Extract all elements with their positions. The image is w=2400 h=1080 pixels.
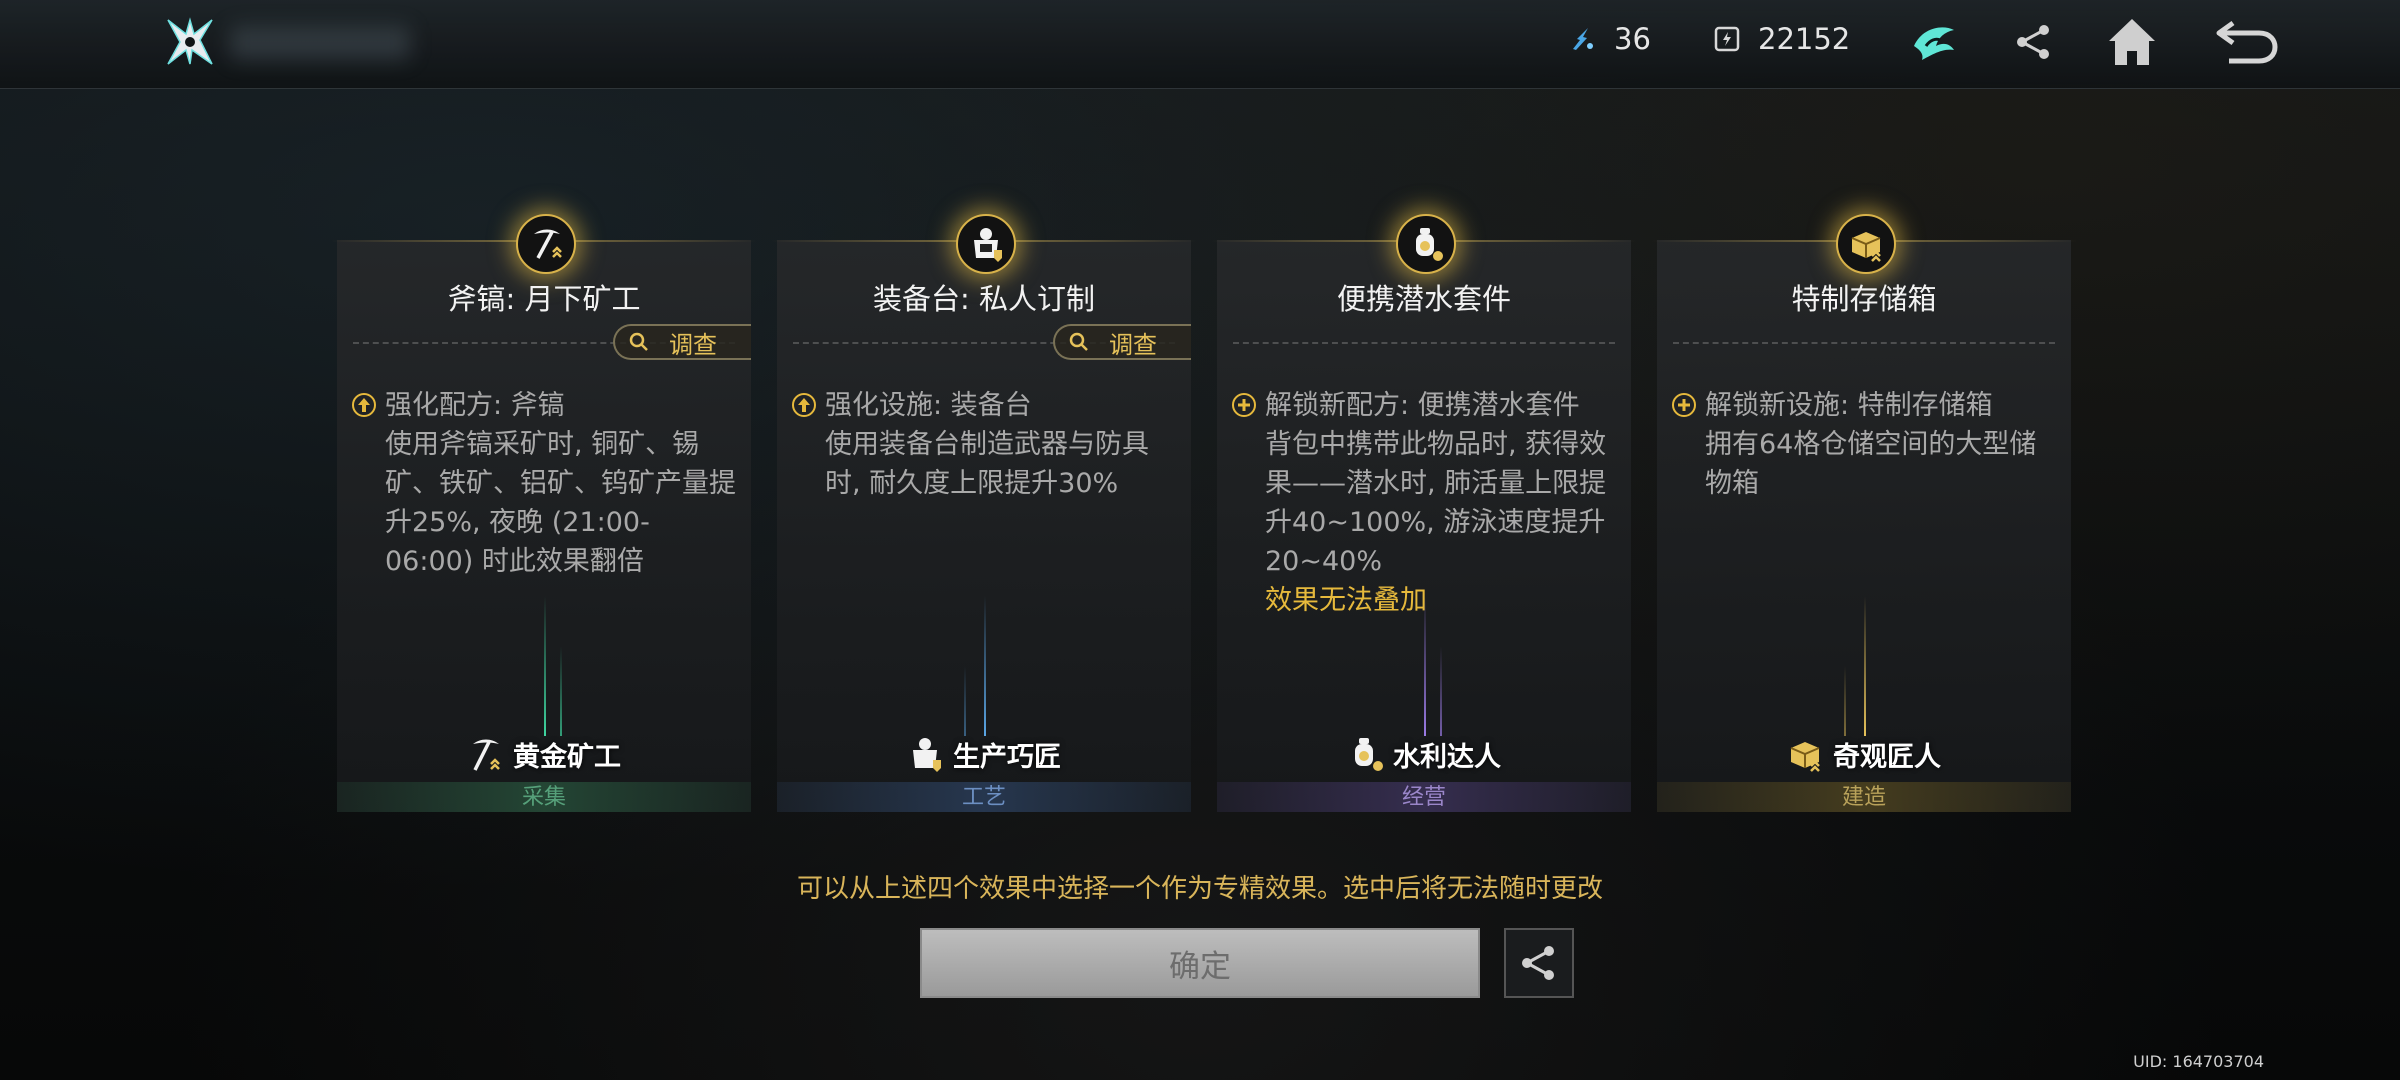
- top-bar: 36 22152: [0, 0, 2400, 89]
- role-badge: 奇观匠人: [1657, 734, 2071, 774]
- card-diving-kit[interactable]: 便携潜水套件 解锁新配方: 便携潜水套件 背包中携带此物品时, 获得效果——潜水…: [1211, 214, 1637, 812]
- diving-kit-icon: [1355, 738, 1383, 771]
- category-label: 采集: [337, 782, 751, 812]
- light-beam: [1424, 596, 1426, 736]
- light-beam: [560, 646, 562, 736]
- card-equipment-table[interactable]: 装备台: 私人订制 调查 强化设施: 装备台 使用装备台制造武器与防具时, 耐久…: [771, 214, 1197, 812]
- energy-icon: [1573, 28, 1593, 50]
- effect-type: 强化配方: 斧镐: [385, 390, 565, 421]
- blurred-title: [230, 26, 410, 60]
- currency2-value: 22152: [1758, 22, 1851, 56]
- game-logo-icon[interactable]: [162, 14, 218, 70]
- role-badge: 生产巧匠: [777, 734, 1191, 774]
- home-icon[interactable]: [2104, 14, 2160, 70]
- investigate-button[interactable]: 调查: [613, 324, 751, 360]
- role-badge: 黄金矿工: [337, 734, 751, 774]
- light-beam: [1844, 666, 1846, 736]
- card-title: 特制存储箱: [1791, 282, 1937, 316]
- guild-emblem-icon[interactable]: [1906, 14, 1962, 70]
- effect-description: 拥有64格仓储空间的大型储物箱: [1705, 429, 2037, 499]
- currency-points: 22152: [1712, 22, 1850, 56]
- pickaxe-icon: [473, 739, 500, 771]
- card-description: 解锁新配方: 便携潜水套件 背包中携带此物品时, 获得效果——潜水时, 肺活量上…: [1231, 386, 1617, 620]
- upgrade-arrow-icon: [792, 393, 816, 417]
- role-name: 黄金矿工: [513, 741, 621, 773]
- light-beam: [544, 596, 546, 736]
- investigate-label: 调查: [669, 330, 717, 359]
- unlock-plus-icon: [1232, 393, 1256, 417]
- role-name: 奇观匠人: [1833, 741, 1941, 773]
- search-icon: [1069, 332, 1088, 351]
- search-icon: [629, 332, 648, 351]
- selection-hint: 可以从上述四个效果中选择一个作为专精效果。选中后将无法随时更改: [796, 874, 1603, 904]
- diving-kit-medal-icon: [1396, 214, 1456, 274]
- card-title: 便携潜水套件: [1336, 282, 1511, 316]
- pickaxe-medal-icon: [516, 214, 576, 274]
- share-icon[interactable]: [2006, 14, 2062, 70]
- card-title: 装备台: 私人订制: [873, 282, 1095, 316]
- card-storage-box[interactable]: 特制存储箱 解锁新设施: 特制存储箱 拥有64格仓储空间的大型储物箱 奇观匠人 …: [1651, 214, 2077, 812]
- category-label: 经营: [1217, 782, 1631, 812]
- light-beam: [984, 596, 986, 736]
- effect-type: 解锁新设施: 特制存储箱: [1705, 390, 1993, 421]
- investigate-button[interactable]: 调查: [1053, 324, 1191, 360]
- role-badge: 水利达人: [1217, 734, 1631, 774]
- currency1-value: 36: [1614, 22, 1651, 56]
- card-pickaxe[interactable]: 斧镐: 月下矿工 调查 强化配方: 斧镐 使用斧镐采矿时, 铜矿、锡矿、铁矿、铝…: [331, 214, 757, 812]
- card-title: 斧镐: 月下矿工: [447, 282, 641, 316]
- effect-description: 背包中携带此物品时, 获得效果——潜水时, 肺活量上限提升40~100%, 游泳…: [1265, 429, 1607, 577]
- role-name: 水利达人: [1393, 741, 1501, 773]
- role-name: 生产巧匠: [953, 741, 1061, 773]
- share-icon: [1522, 946, 1554, 980]
- back-icon[interactable]: [2212, 14, 2282, 70]
- storage-box-medal-icon: [1836, 214, 1896, 274]
- effect-description: 使用装备台制造武器与防具时, 耐久度上限提升30%: [825, 429, 1149, 499]
- light-beam: [1864, 596, 1866, 736]
- points-icon: [1714, 26, 1740, 52]
- category-label: 工艺: [777, 782, 1191, 812]
- light-beam: [1440, 646, 1442, 736]
- card-divider: [1673, 342, 2055, 344]
- card-divider: [1233, 342, 1615, 344]
- currency-stamina: 36: [1568, 22, 1651, 56]
- unlock-plus-icon: [1672, 393, 1696, 417]
- confirm-button[interactable]: 确定: [920, 928, 1480, 998]
- effect-type: 强化设施: 装备台: [825, 390, 1032, 421]
- effect-description: 使用斧镐采矿时, 铜矿、锡矿、铁矿、铝矿、钨矿产量提升25%, 夜晚 (21:0…: [385, 429, 736, 577]
- effect-warning: 效果无法叠加: [1265, 585, 1427, 616]
- storage-box-icon: [1790, 742, 1820, 772]
- armor-medal-icon: [956, 214, 1016, 274]
- armor-icon: [913, 738, 941, 772]
- card-description: 强化配方: 斧镐 使用斧镐采矿时, 铜矿、锡矿、铁矿、铝矿、钨矿产量提升25%,…: [351, 386, 737, 581]
- investigate-label: 调查: [1109, 330, 1157, 359]
- effect-type: 解锁新配方: 便携潜水套件: [1265, 390, 1580, 421]
- light-beam: [964, 666, 966, 736]
- card-description: 强化设施: 装备台 使用装备台制造武器与防具时, 耐久度上限提升30%: [791, 386, 1177, 503]
- category-label: 建造: [1657, 782, 2071, 812]
- card-description: 解锁新设施: 特制存储箱 拥有64格仓储空间的大型储物箱: [1671, 386, 2057, 503]
- upgrade-arrow-icon: [352, 393, 376, 417]
- share-button[interactable]: [1504, 928, 1574, 998]
- uid-label: UID: 164703704: [2133, 1052, 2264, 1071]
